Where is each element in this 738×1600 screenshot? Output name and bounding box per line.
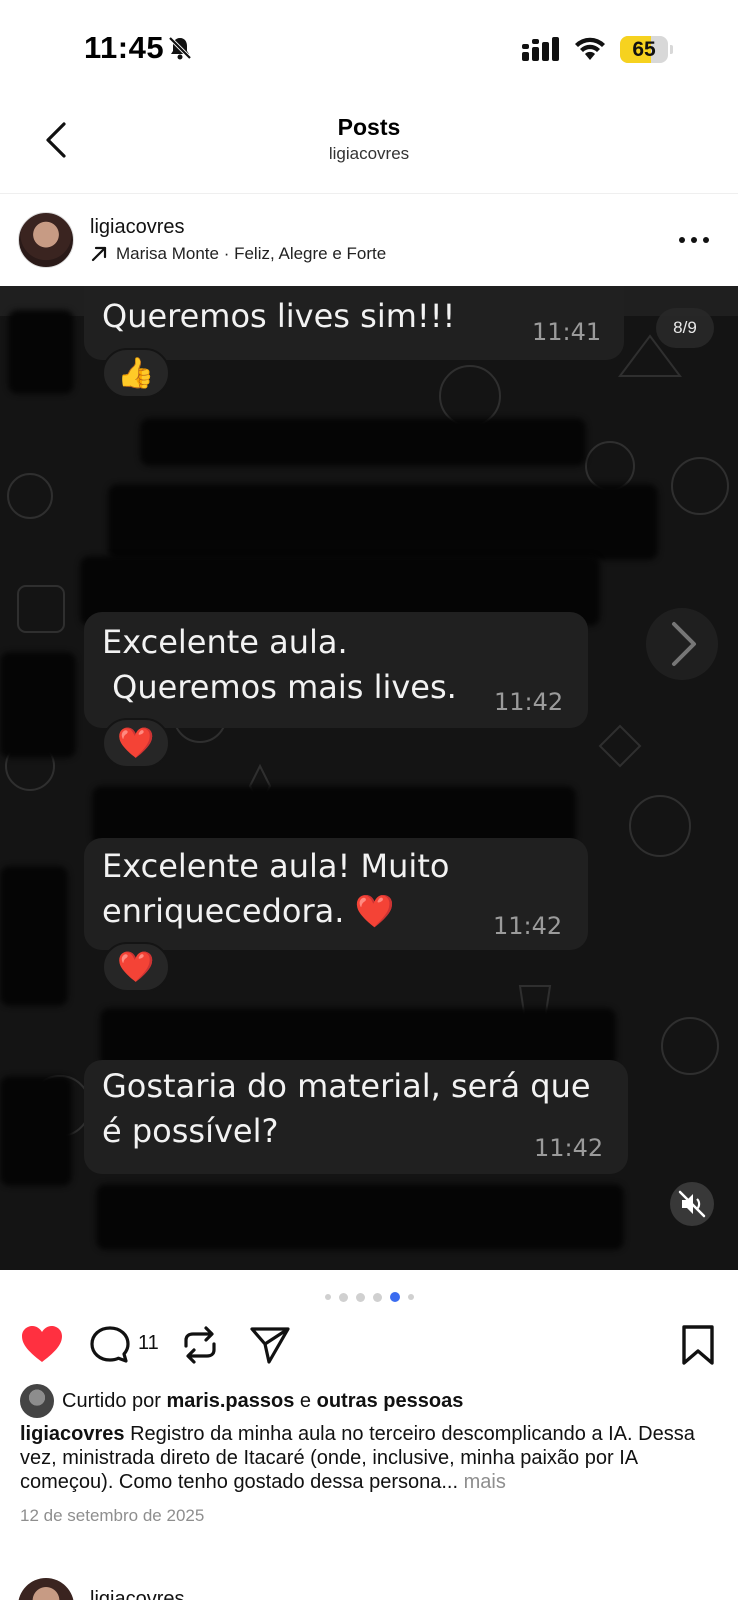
redacted-area: [0, 1076, 72, 1186]
liked-by-row[interactable]: Curtido por maris.passos e outras pessoa…: [20, 1384, 463, 1418]
redacted-area: [100, 1008, 616, 1068]
avatar[interactable]: [18, 212, 74, 268]
message-time: 11:41: [532, 318, 602, 346]
battery-level: 65: [632, 38, 656, 61]
status-time: 11:45: [84, 30, 165, 65]
carousel-dots: [0, 1291, 738, 1303]
ellipsis-icon[interactable]: [676, 228, 712, 252]
post-caption: ligiacovres Registro da minha aula no te…: [20, 1422, 720, 1494]
redacted-area: [0, 652, 76, 758]
post-action-bar: 11: [0, 1320, 738, 1368]
carousel-dot-active: [389, 1292, 400, 1302]
next-post-username[interactable]: ligiacovres: [90, 1588, 184, 1600]
repost-icon[interactable]: [178, 1324, 222, 1366]
message-time: 11:42: [493, 912, 563, 940]
message-time: 11:42: [534, 1134, 604, 1162]
battery-icon: 65: [620, 36, 673, 63]
music-label: Marisa Monte · Feliz, Alegre e Forte: [116, 244, 387, 263]
chevron-right-icon[interactable]: [646, 608, 718, 680]
speaker-muted-icon[interactable]: [670, 1182, 714, 1226]
reaction-badge: ❤️: [102, 718, 170, 768]
status-bar: 11:45 65: [0, 0, 738, 100]
carousel-dot: [338, 1292, 348, 1302]
redacted-area: [8, 310, 74, 394]
page-title: Posts: [337, 114, 401, 140]
bell-slash-icon: [168, 36, 192, 60]
carousel-dot: [355, 1292, 365, 1302]
post-media[interactable]: Queremos lives sim!!! 11:41 👍 Excelente …: [0, 286, 738, 1270]
reaction-badge: 👍: [102, 348, 170, 398]
post-date: 12 de setembro de 2025: [20, 1506, 205, 1525]
liked-by-user[interactable]: maris.passos: [167, 1390, 295, 1412]
arrow-up-right-icon: [91, 246, 107, 262]
redacted-area: [108, 484, 658, 560]
liked-by-others[interactable]: outras pessoas: [317, 1390, 464, 1412]
carousel-dot: [372, 1292, 382, 1302]
cellular-signal-icon: [522, 37, 559, 61]
wifi-icon: [575, 37, 605, 60]
post-username[interactable]: ligiacovres: [90, 216, 184, 239]
share-icon[interactable]: [248, 1324, 292, 1366]
redacted-area: [140, 418, 586, 466]
carousel-counter: 8/9: [656, 308, 714, 348]
message-text: Excelente aula! Muito enriquecedora. ❤️: [102, 847, 450, 930]
liked-by-prefix: Curtido por: [62, 1389, 161, 1412]
message-time: 11:42: [494, 688, 564, 716]
liked-by-avatar: [20, 1384, 54, 1418]
next-post-avatar[interactable]: [18, 1578, 74, 1600]
redacted-area: [92, 786, 576, 846]
caption-more-link[interactable]: mais: [464, 1471, 506, 1493]
heart-icon[interactable]: [20, 1324, 64, 1366]
reaction-badge: ❤️: [102, 942, 170, 992]
carousel-dot: [407, 1294, 414, 1300]
redacted-area: [0, 866, 68, 1006]
page-subtitle: ligiacovres: [328, 144, 410, 163]
redacted-area: [96, 1184, 624, 1250]
music-attribution[interactable]: Marisa Monte · Feliz, Alegre e Forte: [90, 244, 386, 264]
bookmark-icon[interactable]: [676, 1324, 720, 1366]
nav-header: Posts ligiacovres: [0, 100, 738, 194]
message-text: Gostaria do material, será que é possíve…: [102, 1067, 591, 1150]
comment-count: 11: [138, 1332, 159, 1354]
liked-by-connector: e: [299, 1389, 312, 1412]
message-text: Excelente aula. Queremos mais lives.: [102, 623, 457, 706]
message-text: Queremos lives sim!!!: [102, 297, 456, 335]
carousel-dot: [324, 1294, 331, 1300]
post-header: ligiacovres Marisa Monte · Feliz, Alegre…: [0, 194, 738, 286]
caption-username[interactable]: ligiacovres: [20, 1423, 125, 1445]
comment-icon[interactable]: [88, 1324, 132, 1366]
